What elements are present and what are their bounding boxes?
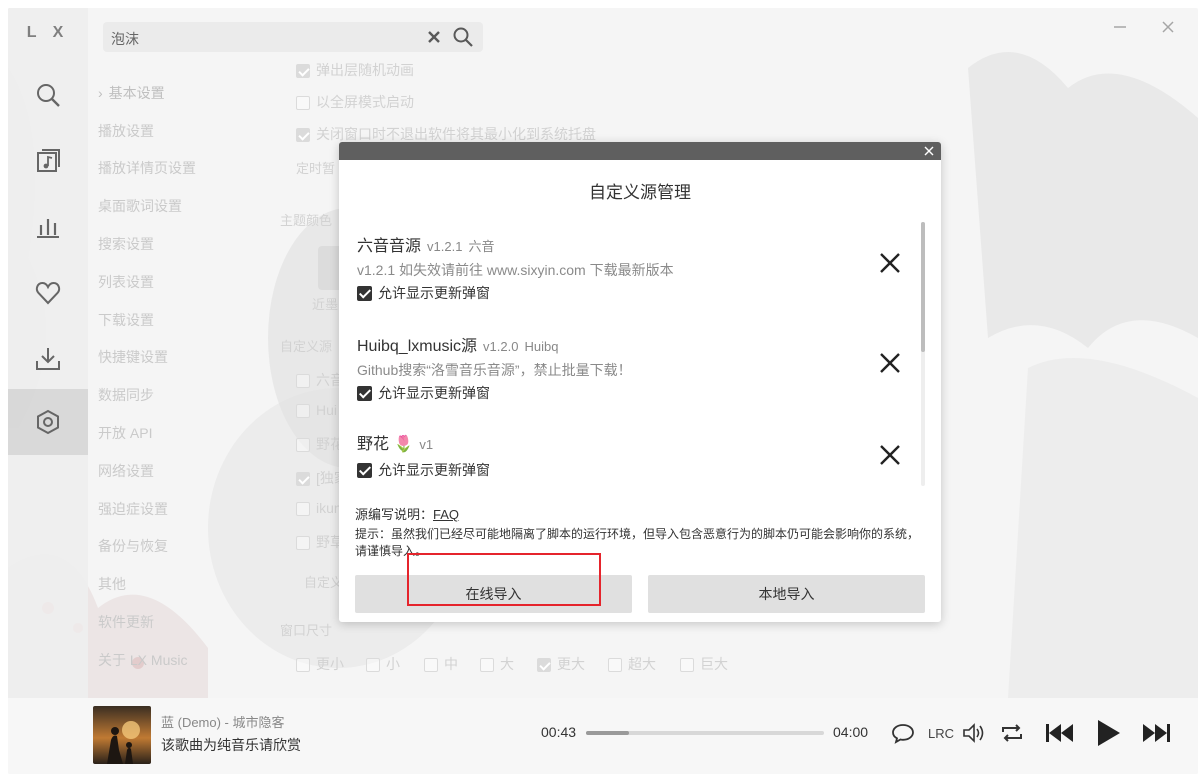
progress-fill <box>586 731 629 735</box>
volume-icon[interactable] <box>961 720 987 746</box>
source-list: 六音音源 v1.2.1 六音 v1.2.1 如失效请前往 www.sixyin.co… <box>357 214 931 490</box>
previous-track-icon[interactable] <box>1044 720 1076 746</box>
update-popup-option[interactable]: 允许显示更新弹窗 <box>357 383 917 403</box>
source-version: v1.2.1 <box>427 239 463 254</box>
source-item: 野花 🌷 v1 允许显示更新弹窗 <box>357 430 917 480</box>
album-cover[interactable] <box>93 706 151 764</box>
repeat-icon[interactable] <box>999 720 1025 746</box>
highlight-box <box>407 553 601 606</box>
doc-line: 源编写说明：FAQ <box>355 504 459 523</box>
source-author: 六音 <box>468 239 495 254</box>
lyrics-button[interactable]: LRC <box>928 726 954 741</box>
doc-label: 源编写说明： <box>355 507 434 522</box>
song-title: 蓝 (Demo) - 城市隐客 <box>161 715 285 730</box>
next-track-icon[interactable] <box>1140 720 1172 746</box>
app-window: L X 泡沫 › 基本设置 播放设置 播放详情页设置 桌面歌词设置 搜索设置 列… <box>8 8 1198 774</box>
close-icon[interactable] <box>921 143 937 159</box>
lyric-line: 该歌曲为纯音乐请欣赏 <box>161 737 301 753</box>
play-icon[interactable] <box>1093 718 1123 748</box>
update-popup-option[interactable]: 允许显示更新弹窗 <box>357 460 917 480</box>
source-description: v1.2.1 如失效请前往 www.sixyin.com 下载最新版本 <box>357 262 674 278</box>
total-time: 04:00 <box>833 724 869 740</box>
current-time: 00:43 <box>541 724 577 740</box>
checkbox[interactable] <box>357 462 372 478</box>
checkbox[interactable] <box>357 285 372 301</box>
remove-source-icon[interactable] <box>877 350 903 376</box>
dialog-header <box>339 142 941 160</box>
source-description: Github搜索“洛雪音乐音源”，禁止批量下载！ <box>357 362 632 378</box>
source-version: v1 <box>419 437 434 452</box>
dialog-title: 自定义源管理 <box>589 183 691 202</box>
source-name: 野花 🌷 <box>357 436 414 453</box>
checkbox[interactable] <box>357 385 372 401</box>
source-item: Huibq_lxmusic源 v1.2.0 Huibq Github搜索“洛雪音乐音… <box>357 332 917 403</box>
remove-source-icon[interactable] <box>877 250 903 276</box>
faq-link[interactable]: FAQ <box>433 507 459 522</box>
remove-source-icon[interactable] <box>877 442 903 468</box>
source-list-scrollbar[interactable] <box>921 222 925 486</box>
comment-icon[interactable] <box>890 720 916 746</box>
local-import-button[interactable]: 本地导入 <box>648 575 925 613</box>
custom-source-dialog: 自定义源管理 六音音源 v1.2.1 六音 v1.2.1 如失效请前往 www.si… <box>339 142 941 622</box>
update-popup-option[interactable]: 允许显示更新弹窗 <box>357 283 917 303</box>
source-name: 六音音源 <box>357 238 422 255</box>
cover-image <box>107 721 140 764</box>
source-author: Huibq <box>524 339 559 354</box>
source-item: 六音音源 v1.2.1 六音 v1.2.1 如失效请前往 www.sixyin.co… <box>357 232 917 303</box>
source-version: v1.2.0 <box>483 339 519 354</box>
player-bar: 蓝 (Demo) - 城市隐客 该歌曲为纯音乐请欣赏 00:43 04:00 L… <box>8 698 1198 774</box>
source-name: Huibq_lxmusic源 <box>357 338 478 355</box>
scrollbar-thumb[interactable] <box>921 222 925 352</box>
progress-bar[interactable] <box>586 731 824 735</box>
